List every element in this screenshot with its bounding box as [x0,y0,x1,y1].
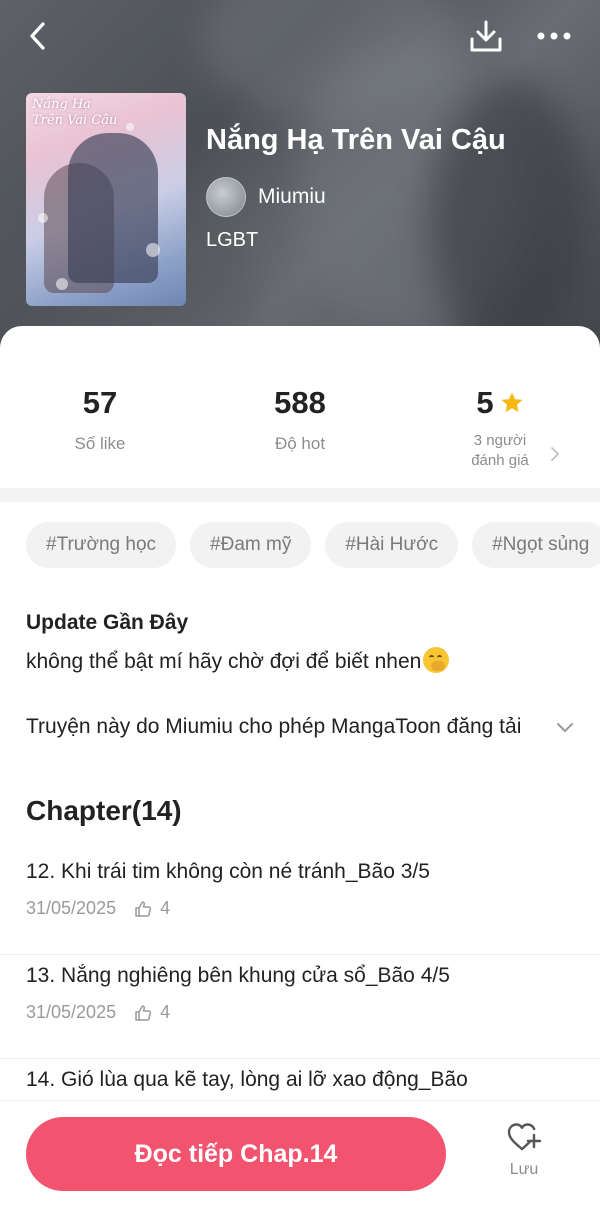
cover-figure [68,133,158,283]
tag-chip[interactable]: #Trường học [26,522,177,568]
chapter-like-count: 4 [160,1002,171,1022]
cover-petal [56,278,68,290]
rating-value: 5 [476,385,494,420]
continue-reading-button[interactable]: Đọc tiếp Chap.14 [26,1117,446,1191]
section-divider [0,488,600,502]
author-name[interactable]: Miumiu [258,185,326,209]
chapter-date: 31/05/2025 [26,898,117,918]
author-avatar[interactable] [206,177,246,217]
book-genre[interactable]: LGBT [206,229,258,252]
chapter-meta: 31/05/2025 4 [26,898,574,919]
thumbs-up-icon [135,900,152,917]
hand-over-mouth-emoji-icon [423,647,450,673]
rating-count-label: 3 người đánh giá [400,431,600,471]
likes-count: 57 [82,385,118,420]
book-title: Nắng Hạ Trên Vai Cậu [206,124,506,156]
stat-likes: 57 Số like [0,378,200,454]
chapter-meta: 31/05/2025 4 [26,1002,574,1023]
star-icon [501,392,523,412]
rating-label-line2: đánh giá [471,452,529,469]
permission-notice[interactable]: Truyện này do Miumiu cho phép MangaToon … [26,715,574,739]
download-button[interactable] [466,16,506,56]
likes-label: Số like [74,434,126,453]
content-sheet: 57 Số like 588 Độ hot 5 3 người đánh giá [0,326,600,1205]
cover-title-text: Nắng Hạ Trên Vai Cậu [32,97,118,128]
back-button[interactable] [18,16,58,56]
tag-chip[interactable]: #Ngọt sủng [472,522,600,568]
stats-row: 57 Số like 588 Độ hot 5 3 người đánh giá [0,378,600,488]
cover-petal [38,213,48,223]
author-row[interactable]: Miumiu [206,177,326,217]
permission-text: Truyện này do Miumiu cho phép MangaToon … [26,715,522,738]
chevron-down-icon [557,723,573,732]
chapter-date: 31/05/2025 [26,1002,117,1022]
more-options-button[interactable] [532,16,576,56]
hot-label: Độ hot [274,434,326,453]
tag-list[interactable]: #Trường học #Đam mỹ #Hài Hước #Ngọt sủng [26,522,600,570]
rating-value-row: 5 [476,378,523,428]
chapter-likes: 4 [134,1002,170,1023]
more-horizontal-icon [537,32,571,40]
book-cover-image[interactable]: Nắng Hạ Trên Vai Cậu [26,93,186,306]
update-heading: Update Gần Đây [26,611,189,634]
tag-chip[interactable]: #Hài Hước [325,522,459,568]
chapter-like-count: 4 [160,898,171,918]
chapter-list-heading: Chapter(14) [26,795,182,826]
chapter-title: 13. Nắng nghiêng bên khung cửa sổ_Bão 4/… [26,964,450,987]
update-text: không thể bật mí hãy chờ đợi để biết nhe… [26,650,422,673]
stat-rating[interactable]: 5 3 người đánh giá [400,378,600,471]
save-label: Lưu [509,1161,539,1178]
stat-hot: 588 Độ hot [200,378,400,454]
chapter-likes: 4 [134,898,170,919]
chevron-right-icon [551,447,559,461]
cover-petal [146,243,160,257]
chevron-left-icon [30,22,45,50]
cover-petal [126,123,134,131]
chapter-item[interactable]: 13. Nắng nghiêng bên khung cửa sổ_Bão 4/… [0,955,600,1059]
chapter-title: 12. Khi trái tim không còn né tránh_Bão … [26,860,430,883]
heart-plus-icon [507,1123,542,1151]
thumbs-up-icon [135,1004,152,1021]
bottom-action-bar: Đọc tiếp Chap.14 Lưu [0,1100,600,1205]
save-button[interactable]: Lưu [490,1121,558,1191]
chapter-item[interactable]: 12. Khi trái tim không còn né tránh_Bão … [0,851,600,955]
rating-label-line1: 3 người [473,432,527,449]
tag-chip[interactable]: #Đam mỹ [190,522,312,568]
hot-count: 588 [274,385,326,420]
chapter-title: 14. Gió lùa qua kẽ tay, lòng ai lỡ xao đ… [26,1068,468,1091]
update-text-row: không thể bật mí hãy chờ đợi để biết nhe… [26,647,450,674]
download-icon [470,20,502,52]
